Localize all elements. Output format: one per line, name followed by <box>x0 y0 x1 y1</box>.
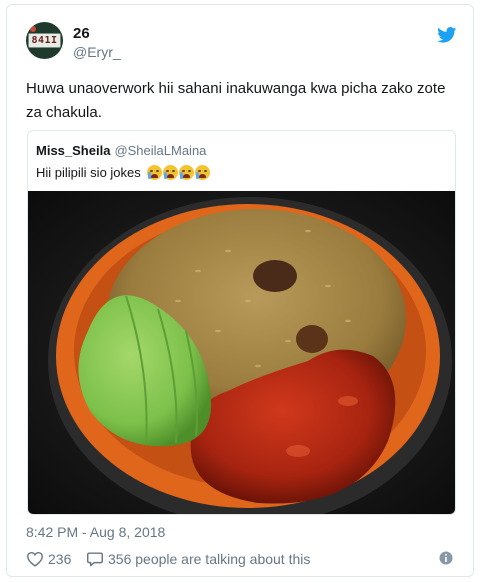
food-photo[interactable] <box>28 191 456 515</box>
reply-bubble-icon <box>86 552 103 567</box>
avatar-dot <box>30 26 36 32</box>
author-handle[interactable]: @Eryr_ <box>73 44 121 60</box>
crying-face-emoji-icon <box>163 165 179 180</box>
like-button[interactable]: 236 <box>26 551 71 567</box>
heart-icon <box>26 551 44 567</box>
quoted-tweet-text-row: Hii pilipili sio jokes <box>36 165 211 183</box>
crying-emojis <box>147 165 211 183</box>
quoted-tweet[interactable]: Miss_Sheila @SheilaLMaina Hii pilipili si… <box>27 130 456 515</box>
quoted-tweet-text: Hii pilipili sio jokes <box>36 165 141 180</box>
author-display-name[interactable]: 26 <box>73 25 90 42</box>
quoted-author-handle: @SheilaLMaina <box>114 143 207 158</box>
info-icon[interactable] <box>439 551 453 565</box>
tweet-timestamp[interactable]: 8:42 PM - Aug 8, 2018 <box>26 524 165 540</box>
replies-text: 356 people are talking about this <box>108 551 311 567</box>
crying-face-emoji-icon <box>147 165 163 180</box>
reply-button[interactable]: 356 people are talking about this <box>86 551 310 567</box>
embedded-tweet-card: 841I 26 @Eryr_ Huwa unaoverwork hii saha… <box>6 4 474 577</box>
avatar[interactable]: 841I <box>26 22 63 59</box>
twitter-bird-icon[interactable] <box>437 27 457 43</box>
quoted-author-name: Miss_Sheila <box>36 143 111 158</box>
tweet-text: Huwa unaoverwork hii sahani inakuwanga k… <box>26 80 446 121</box>
avatar-plate-text: 841I <box>28 33 61 48</box>
quoted-tweet-header: Miss_Sheila @SheilaLMaina <box>36 143 206 158</box>
crying-face-emoji-icon <box>179 165 195 180</box>
crying-face-emoji-icon <box>195 165 211 180</box>
like-count: 236 <box>48 551 72 567</box>
